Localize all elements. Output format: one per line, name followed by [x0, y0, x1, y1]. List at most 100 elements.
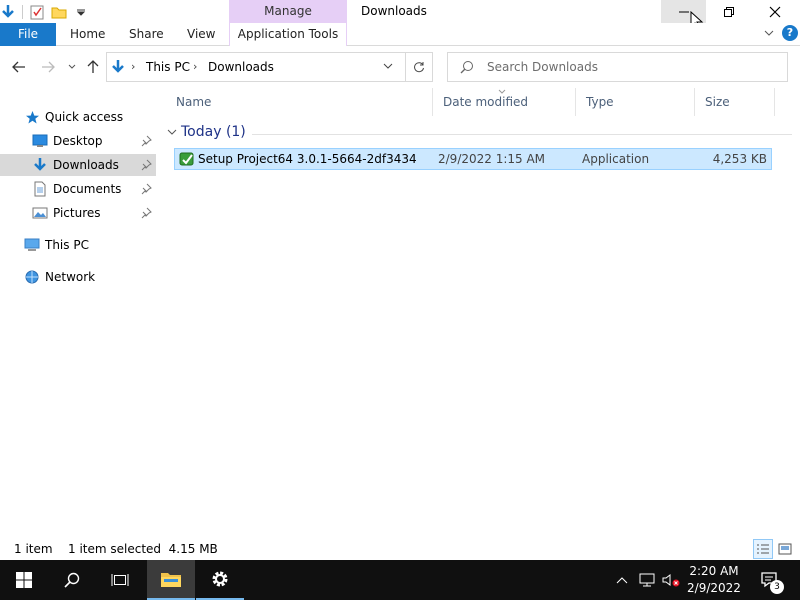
nav-quick-access[interactable]: Quick access [0, 106, 156, 128]
breadcrumb-downloads[interactable]: Downloads [208, 60, 274, 74]
up-arrow-icon [87, 60, 99, 73]
large-icons-view-button[interactable] [775, 539, 795, 559]
documents-icon [32, 181, 48, 197]
nav-documents[interactable]: Documents [0, 178, 156, 200]
expand-ribbon-icon[interactable] [764, 28, 774, 38]
breadcrumb-separator[interactable]: › [193, 60, 197, 73]
tab-home[interactable]: Home [70, 23, 105, 46]
recent-locations-button[interactable] [62, 57, 82, 77]
pin-icon[interactable] [140, 135, 152, 147]
windows-logo-icon [16, 572, 32, 588]
refresh-icon [414, 62, 424, 73]
restore-button[interactable] [706, 0, 751, 23]
chevron-up-icon [616, 577, 628, 584]
nav-label: Pictures [53, 206, 101, 220]
nav-network[interactable]: Network [0, 266, 156, 288]
table-row[interactable]: Setup Project64 3.0.1-5664-2df3434 2/9/2… [174, 148, 772, 170]
nav-label: This PC [45, 238, 89, 252]
selection-info: 1 item selected 4.15 MB [68, 542, 218, 556]
action-center-button[interactable]: 3 [756, 560, 784, 600]
network-status-button[interactable] [636, 560, 658, 600]
down-arrow-icon[interactable] [0, 4, 16, 20]
back-button[interactable] [9, 57, 29, 77]
up-button[interactable] [83, 57, 103, 77]
column-header-size[interactable]: Size [695, 88, 775, 116]
file-list: Name Date modified Type Size Today (1) S… [166, 88, 800, 528]
clock-time: 2:20 AM [689, 564, 739, 578]
search-placeholder: Search Downloads [487, 60, 598, 74]
clock-date: 2/9/2022 [687, 581, 741, 595]
ribbon-tabs: File Home Share View Application Tools ? [0, 23, 800, 46]
minimize-icon [678, 11, 689, 12]
search-icon [64, 572, 80, 588]
file-type: Application [582, 152, 650, 166]
tab-share[interactable]: Share [129, 23, 164, 46]
properties-icon[interactable] [29, 4, 45, 20]
forward-arrow-icon [42, 61, 55, 73]
file-name: Setup Project64 3.0.1-5664-2df3434 [198, 152, 417, 166]
manage-tab[interactable]: Manage [229, 0, 347, 23]
nav-label: Documents [53, 182, 122, 196]
task-view-button[interactable] [96, 560, 144, 600]
pictures-icon [32, 205, 48, 221]
details-view-button[interactable] [753, 539, 773, 559]
volume-button[interactable] [660, 560, 682, 600]
installer-icon [179, 152, 194, 166]
clock[interactable]: 2:20 AM 2/9/2022 [680, 563, 748, 597]
show-hidden-icons-button[interactable] [612, 560, 632, 600]
column-header-type[interactable]: Type [576, 88, 695, 116]
downloads-icon [112, 60, 124, 73]
tab-application-tools[interactable]: Application Tools [229, 23, 347, 46]
file-size: 4,253 KB [712, 152, 767, 166]
computer-icon [24, 237, 40, 253]
window-title: Downloads [361, 4, 427, 18]
chevron-down-icon [68, 64, 76, 69]
group-header[interactable]: Today (1) [166, 124, 792, 144]
forward-button[interactable] [38, 57, 58, 77]
pin-icon[interactable] [140, 183, 152, 195]
file-tab[interactable]: File [0, 23, 56, 46]
column-header-name[interactable]: Name [166, 88, 433, 116]
downloads-icon [32, 157, 48, 173]
nav-downloads[interactable]: Downloads [0, 154, 156, 176]
close-button[interactable] [752, 0, 797, 23]
refresh-button[interactable] [406, 52, 433, 82]
nav-pictures[interactable]: Pictures [0, 202, 156, 224]
search-button[interactable] [48, 560, 96, 600]
search-icon [460, 61, 473, 74]
search-box[interactable]: Search Downloads [447, 52, 788, 82]
start-button[interactable] [0, 560, 48, 600]
taskbar: 2:20 AM 2/9/2022 3 [0, 560, 800, 600]
nav-this-pc[interactable]: This PC [0, 234, 156, 256]
file-explorer-taskbar-button[interactable] [147, 560, 195, 600]
quick-access-toolbar [0, 2, 95, 22]
toolbar-separator [22, 5, 23, 19]
collapse-group-icon[interactable] [167, 129, 177, 136]
file-date: 2/9/2022 1:15 AM [438, 152, 546, 166]
restore-icon [723, 6, 734, 17]
pin-icon[interactable] [140, 207, 152, 219]
status-bar: 1 item 1 item selected 4.15 MB [0, 538, 800, 560]
address-bar[interactable]: › This PC › Downloads [106, 52, 406, 82]
title-bar: Manage Downloads [0, 0, 800, 31]
settings-taskbar-button[interactable] [196, 560, 244, 600]
tab-view[interactable]: View [187, 23, 215, 46]
details-view-icon [757, 544, 769, 554]
star-icon [24, 109, 40, 125]
customize-toolbar-icon[interactable] [73, 4, 89, 20]
group-title: Today (1) [181, 124, 246, 140]
breadcrumb-separator[interactable]: › [131, 60, 135, 73]
nav-label: Quick access [45, 110, 124, 124]
help-icon[interactable]: ? [782, 25, 798, 41]
item-count: 1 item [14, 542, 53, 556]
nav-label: Network [45, 270, 96, 284]
nav-label: Downloads [53, 158, 119, 172]
new-folder-icon[interactable] [51, 4, 67, 20]
pin-icon[interactable] [140, 159, 152, 171]
address-dropdown-icon[interactable] [383, 61, 393, 71]
breadcrumb-this-pc[interactable]: This PC [146, 60, 190, 74]
nav-desktop[interactable]: Desktop [0, 130, 156, 152]
close-icon [769, 6, 780, 17]
speaker-muted-icon [662, 574, 680, 587]
large-icons-view-icon [778, 543, 792, 555]
